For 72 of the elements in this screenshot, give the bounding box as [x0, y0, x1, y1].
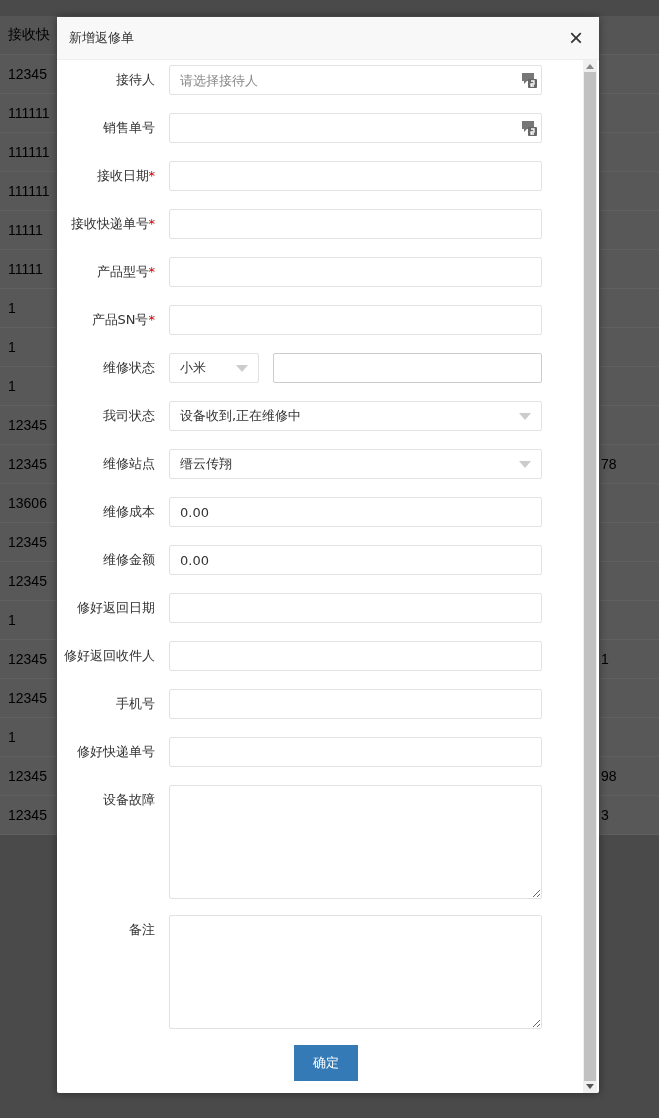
field-label: 维修状态: [102, 359, 156, 377]
column-header: 接收快: [8, 26, 50, 44]
text-area[interactable]: [169, 785, 542, 899]
input-field[interactable]: [273, 353, 542, 383]
text-area[interactable]: [169, 915, 542, 1029]
table-cell: 1: [8, 729, 16, 745]
table-cell: 12345: [8, 768, 47, 784]
field-label: 产品型号*: [95, 263, 156, 281]
chat-icon[interactable]: [520, 71, 538, 89]
table-cell: 98: [601, 768, 617, 784]
input-field[interactable]: 请选择接待人: [169, 65, 542, 95]
input-field[interactable]: [169, 689, 542, 719]
table-cell: 12345: [8, 690, 47, 706]
table-cell: 1: [8, 378, 16, 394]
field-label: 修好快递单号: [76, 743, 156, 761]
field-label: 设备故障: [102, 791, 156, 809]
table-cell: 11111: [8, 222, 43, 238]
table-cell: 78: [601, 456, 617, 472]
table-cell: 12345: [8, 66, 47, 82]
table-cell: 111111: [8, 105, 50, 121]
table-cell: 13606: [8, 495, 47, 511]
table-cell: 12345: [8, 573, 47, 589]
input-field[interactable]: [169, 737, 542, 767]
input-field[interactable]: [169, 161, 542, 191]
field-label: 接待人: [115, 71, 156, 89]
table-cell: 111111: [8, 144, 50, 160]
table-cell: 12345: [8, 807, 47, 823]
dialog-title: 新增返修单: [69, 29, 134, 47]
scroll-down-icon[interactable]: [586, 1084, 594, 1089]
field-label: 修好返回收件人: [63, 647, 156, 665]
scroll-up-icon[interactable]: [586, 64, 594, 69]
field-label: 备注: [128, 921, 156, 939]
dropdown[interactable]: 小米: [169, 353, 259, 383]
caret-icon: [519, 460, 531, 468]
field-label: 销售单号: [102, 119, 156, 137]
input-field[interactable]: [169, 641, 542, 671]
field-label: 修好返回日期: [76, 599, 156, 617]
field-label: 接收日期*: [95, 167, 156, 185]
input-field[interactable]: [169, 257, 542, 287]
table-cell: 1: [601, 651, 609, 667]
table-cell: 111111: [8, 183, 50, 199]
table-cell: 12345: [8, 651, 47, 667]
input-field[interactable]: 0.00: [169, 497, 542, 527]
table-cell: 12345: [8, 456, 47, 472]
field-label: 维修金额: [102, 551, 156, 569]
table-cell: 1: [8, 300, 16, 316]
input-field[interactable]: [169, 593, 542, 623]
scrollbar-thumb[interactable]: [584, 72, 596, 1081]
confirm-button[interactable]: 确定: [294, 1045, 358, 1081]
field-label: 手机号: [115, 695, 156, 713]
field-label: 接收快递单号*: [69, 215, 156, 233]
chat-icon[interactable]: [520, 119, 538, 137]
table-cell: 12345: [8, 534, 47, 550]
table-cell: 3: [601, 807, 609, 823]
dropdown[interactable]: 缙云传翔: [169, 449, 542, 479]
caret-icon: [519, 412, 531, 420]
table-cell: 1: [8, 612, 16, 628]
table-cell: 1: [8, 339, 16, 355]
table-cell: 11111: [8, 261, 43, 277]
field-label: 产品SN号*: [90, 311, 156, 329]
field-label: 我司状态: [102, 407, 156, 425]
input-field[interactable]: [169, 209, 542, 239]
close-button[interactable]: ×: [567, 26, 585, 50]
caret-icon: [236, 364, 248, 372]
input-field[interactable]: [169, 113, 542, 143]
field-label: 维修站点: [102, 455, 156, 473]
input-field[interactable]: 0.00: [169, 545, 542, 575]
input-field[interactable]: [169, 305, 542, 335]
table-cell: 12345: [8, 417, 47, 433]
scrollbar[interactable]: [583, 60, 597, 1093]
dropdown[interactable]: 设备收到,正在维修中: [169, 401, 542, 431]
field-label: 维修成本: [102, 503, 156, 521]
